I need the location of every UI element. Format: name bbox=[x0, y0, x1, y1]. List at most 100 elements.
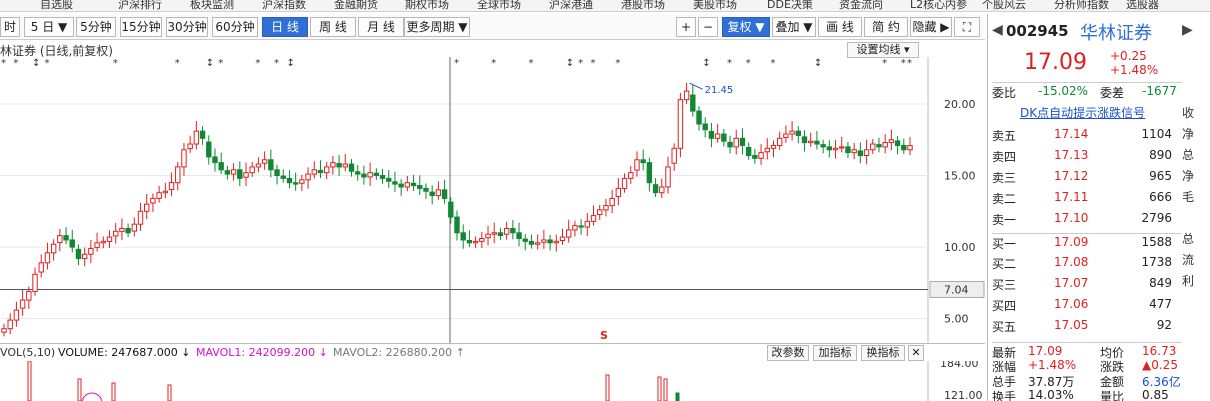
toolbar-item-7[interactable]: 周 线 bbox=[310, 17, 356, 37]
toolbar-item-1[interactable]: 5 日 ▼ bbox=[24, 17, 74, 37]
event-marker[interactable]: ↕ bbox=[566, 58, 574, 69]
event-marker[interactable]: * bbox=[13, 58, 18, 69]
candle bbox=[528, 240, 535, 245]
candle bbox=[547, 239, 553, 244]
ask-row[interactable]: 卖一 17.10 2796 bbox=[992, 210, 1182, 228]
event-marker[interactable]: ↕ bbox=[206, 58, 214, 69]
toolbar-item-6[interactable]: 日 线 bbox=[262, 17, 308, 37]
dk-signal-link[interactable]: DK点自动提示涨跌信号 bbox=[1020, 104, 1145, 121]
candle bbox=[193, 130, 200, 145]
volume-bar bbox=[657, 376, 662, 401]
mavol1-value: MAVOL1: 242099.200 ↓ bbox=[196, 346, 328, 359]
level-label: 卖四 bbox=[992, 150, 1017, 164]
event-marker[interactable]: ↕ bbox=[814, 58, 822, 69]
toolbar-item-16[interactable]: 隐藏 ▶ bbox=[910, 17, 952, 37]
bid-row[interactable]: 买三 17.07 849 bbox=[992, 275, 1182, 293]
top-menu-item[interactable]: 资金流向 bbox=[839, 0, 883, 11]
event-marker[interactable]: * bbox=[255, 58, 260, 69]
toolbar-item-13[interactable]: 叠加 ▼ bbox=[772, 17, 816, 37]
top-menu-item[interactable]: 全球市场 bbox=[477, 0, 521, 11]
candle bbox=[485, 233, 491, 239]
event-marker[interactable]: * bbox=[746, 58, 751, 69]
next-stock-icon[interactable]: ▶ bbox=[1182, 22, 1193, 38]
top-menu-item[interactable]: 沪深指数 bbox=[262, 0, 306, 11]
switch-indicator-button[interactable]: 换指标 bbox=[861, 345, 905, 361]
event-marker[interactable]: ↕ bbox=[32, 58, 40, 69]
candle bbox=[292, 182, 299, 185]
bid-row[interactable]: 买四 17.06 477 bbox=[992, 296, 1182, 314]
event-marker[interactable]: * bbox=[770, 58, 775, 69]
top-menu-item[interactable]: 板块监测 bbox=[190, 0, 234, 11]
level-label: 卖二 bbox=[992, 192, 1017, 206]
candle bbox=[690, 94, 696, 112]
toolbar-item-3[interactable]: 15分钟 bbox=[120, 17, 162, 37]
top-menu-item[interactable]: 港股市场 bbox=[621, 0, 665, 11]
event-marker[interactable]: * bbox=[218, 58, 223, 69]
top-menu-item[interactable]: 沪深排行 bbox=[118, 0, 162, 11]
ask-row[interactable]: 卖二 17.11 666 bbox=[992, 189, 1182, 207]
top-menu-item[interactable]: 自选股 bbox=[40, 0, 73, 11]
event-marker[interactable]: * bbox=[727, 58, 732, 69]
event-marker[interactable]: * bbox=[528, 58, 533, 69]
event-marker[interactable]: * bbox=[1, 58, 6, 69]
event-marker[interactable]: * bbox=[491, 58, 496, 69]
bid-row[interactable]: 买一 17.09 1588 bbox=[992, 233, 1182, 251]
candlestick-chart[interactable]: **↕***↕***↕***↕***↕***↕*** 21.454.30S 20… bbox=[0, 57, 985, 343]
toolbar-item-0[interactable]: 时 bbox=[0, 17, 20, 37]
event-marker[interactable]: * bbox=[578, 58, 583, 69]
event-marker[interactable]: * bbox=[454, 58, 459, 69]
event-marker[interactable]: * bbox=[901, 58, 906, 69]
bid-row[interactable]: 买二 17.08 1738 bbox=[992, 254, 1182, 272]
weicha-value: -1677 bbox=[1142, 84, 1177, 98]
candle bbox=[162, 190, 169, 194]
ask-row[interactable]: 卖三 17.12 965 bbox=[992, 168, 1182, 186]
top-menu-item[interactable]: 选股器 bbox=[1126, 0, 1159, 11]
level-label: 买二 bbox=[992, 257, 1017, 271]
top-menu-item[interactable]: L2核心内参 bbox=[910, 0, 967, 11]
level-price: 17.12 bbox=[1054, 169, 1089, 183]
toolbar-item-11[interactable]: − bbox=[698, 17, 718, 37]
event-marker[interactable]: * bbox=[882, 58, 887, 69]
top-menu-item[interactable]: 分析师指数 bbox=[1054, 0, 1109, 11]
toolbar-item-14[interactable]: 画 线 bbox=[818, 17, 862, 37]
close-indicator-icon[interactable]: ✕ bbox=[908, 345, 924, 361]
top-menu-item[interactable]: 个股风云 bbox=[982, 0, 1026, 11]
toolbar-item-9[interactable]: 更多周期 ▼ bbox=[404, 17, 470, 37]
event-marker[interactable]: * bbox=[907, 58, 912, 69]
event-marker[interactable]: * bbox=[615, 58, 620, 69]
candle bbox=[621, 177, 628, 189]
event-marker[interactable]: ↕ bbox=[286, 58, 294, 69]
ask-row[interactable]: 卖四 17.13 890 bbox=[992, 147, 1182, 165]
top-menu-item[interactable]: 金融期货 bbox=[334, 0, 378, 11]
event-marker[interactable]: * bbox=[44, 58, 49, 69]
top-menu-item[interactable]: DDE决策 bbox=[767, 0, 813, 11]
top-menu-item[interactable]: 期权市场 bbox=[405, 0, 449, 11]
toolbar-item-8[interactable]: 月 线 bbox=[358, 17, 404, 37]
candle bbox=[820, 144, 826, 148]
toolbar-item-15[interactable]: 简 约 bbox=[864, 17, 908, 37]
candle bbox=[218, 162, 224, 171]
toolbar-item-5[interactable]: 60分钟 bbox=[212, 17, 258, 37]
last-price: 17.09 bbox=[1024, 50, 1087, 75]
event-marker[interactable]: * bbox=[175, 58, 180, 69]
top-menu-item[interactable]: 美股市场 bbox=[693, 0, 737, 11]
toolbar-item-2[interactable]: 5分钟 bbox=[76, 17, 116, 37]
set-ma-button[interactable]: 设置均线 ▾ bbox=[847, 42, 919, 58]
ask-row[interactable]: 卖五 17.14 1104 bbox=[992, 126, 1182, 144]
event-marker[interactable]: * bbox=[113, 58, 118, 69]
top-menu-item[interactable]: 沪深港通 bbox=[549, 0, 593, 11]
toolbar-item-10[interactable]: + bbox=[676, 17, 696, 37]
high-pointer bbox=[689, 82, 703, 90]
toolbar-item-4[interactable]: 30分钟 bbox=[166, 17, 208, 37]
add-indicator-button[interactable]: 加指标 bbox=[813, 345, 857, 361]
event-marker[interactable]: * bbox=[591, 58, 596, 69]
volume-indicator-bar: VOL(5,10) VOLUME: 247687.000 ↓ MAVOL1: 2… bbox=[0, 343, 985, 361]
prev-stock-icon[interactable]: ◀ bbox=[992, 22, 1003, 38]
period-toolbar: 时5 日 ▼ 5分钟 15分钟 30分钟 60分钟日 线周 线月 线更多周期 ▼ + − 复权… bbox=[0, 14, 985, 40]
event-marker[interactable]: ↕ bbox=[702, 58, 710, 69]
bid-row[interactable]: 买五 17.05 92 bbox=[992, 317, 1182, 335]
change-params-button[interactable]: 改参数 bbox=[767, 345, 809, 361]
event-marker[interactable]: * bbox=[274, 58, 279, 69]
toolbar-item-17[interactable]: ⛶ bbox=[954, 17, 980, 37]
toolbar-item-12[interactable]: 复权 ▼ bbox=[722, 17, 770, 37]
